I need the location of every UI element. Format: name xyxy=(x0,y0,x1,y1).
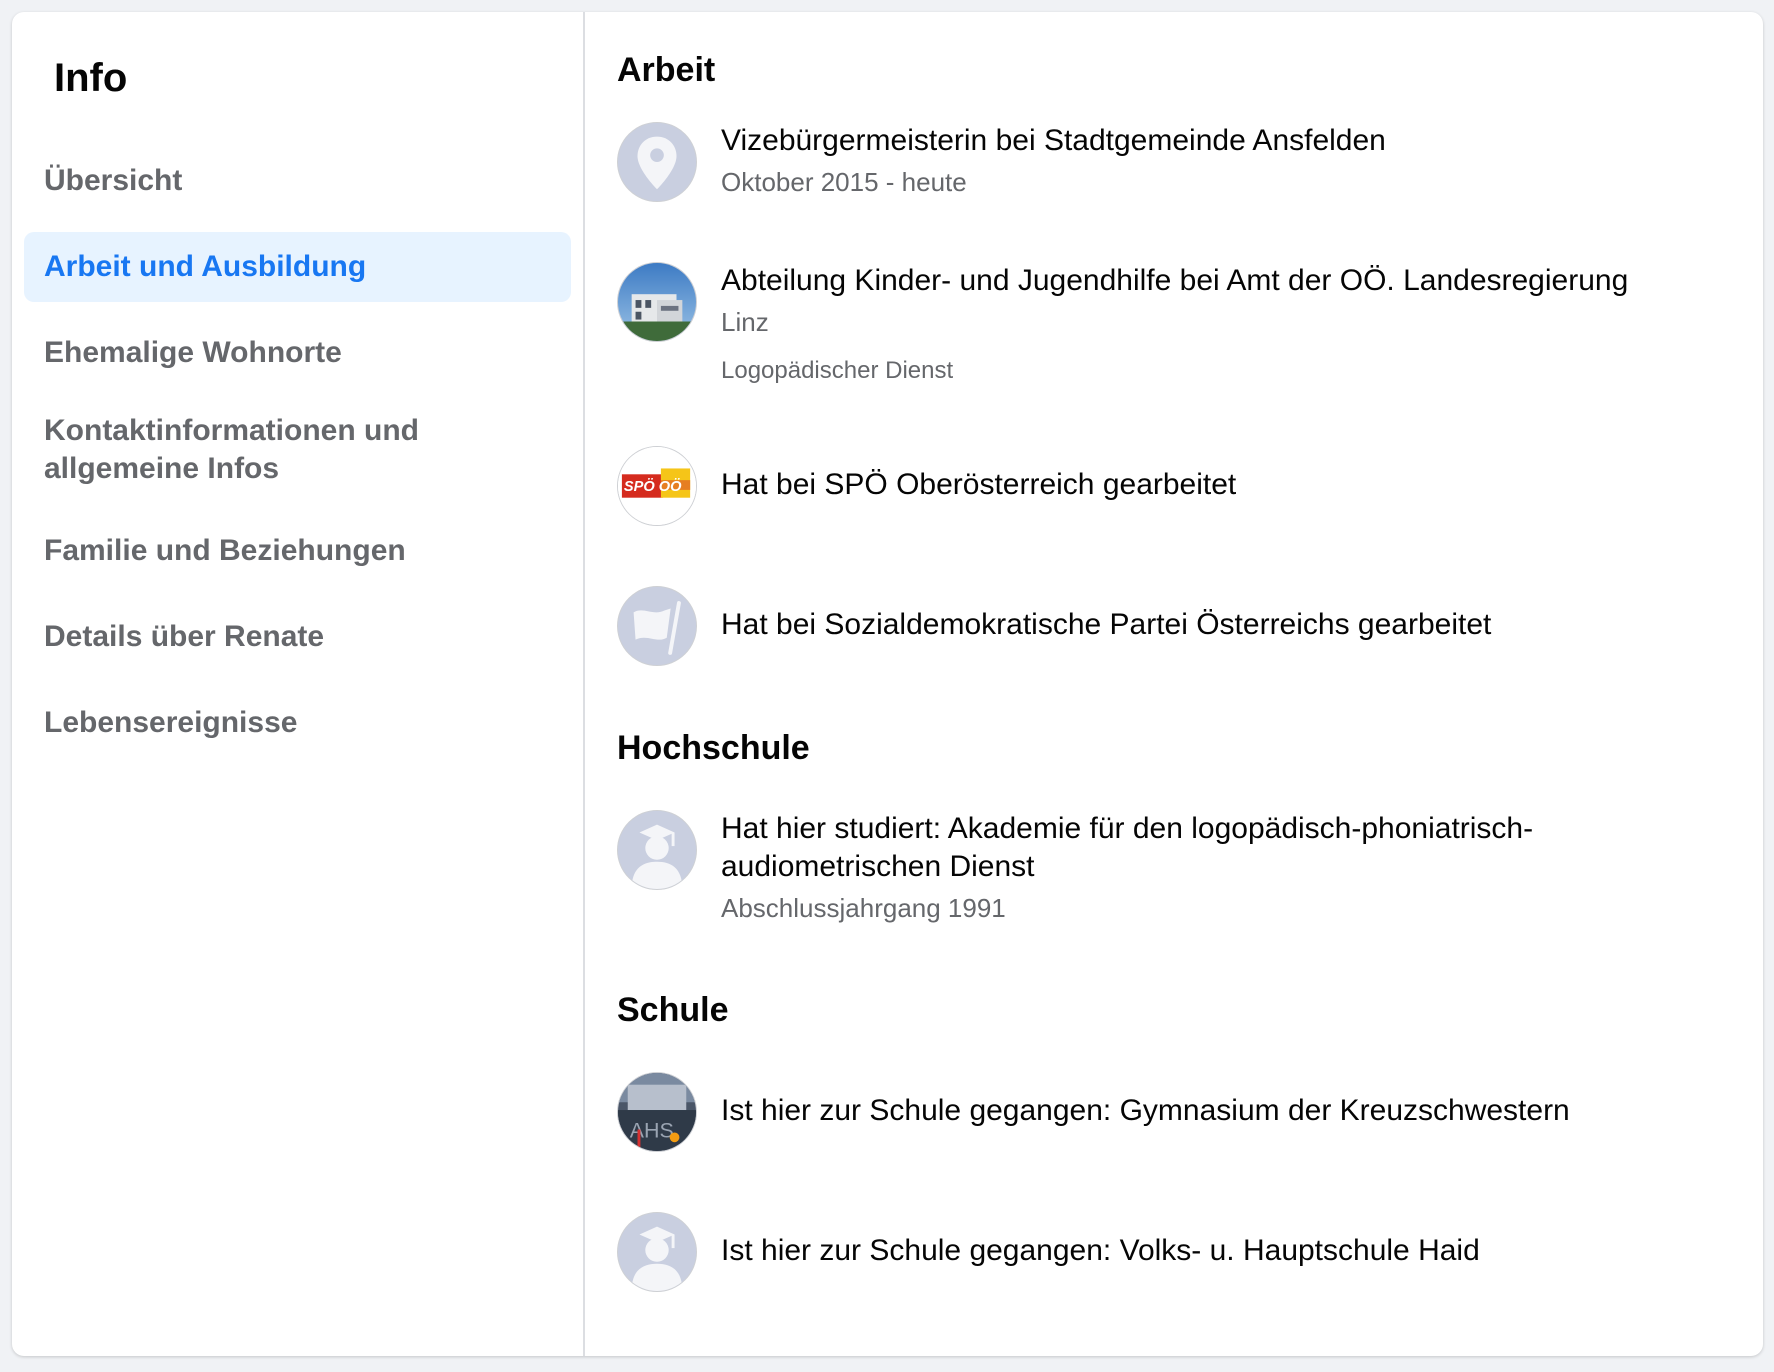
sidebar-item-work-education[interactable]: Arbeit und Ausbildung xyxy=(24,232,571,302)
sidebar-item-overview[interactable]: Übersicht xyxy=(24,146,571,216)
school-entry-title[interactable]: Ist hier zur Schule gegangen: Gymnasium … xyxy=(721,1092,1570,1130)
spoe-logo-text: SPÖ OÖ xyxy=(624,478,682,495)
work-entry-title[interactable]: Vizebürgermeisterin bei Stadtgemeinde An… xyxy=(721,122,1386,160)
work-entry-date: Oktober 2015 - heute xyxy=(721,167,967,197)
sidebar-item-details[interactable]: Details über Renate xyxy=(24,602,571,672)
work-entry-title[interactable]: Abteilung Kinder- und Jugendhilfe bei Am… xyxy=(721,262,1628,300)
work-entry-location: Linz xyxy=(721,307,769,337)
sidebar-item-places-lived[interactable]: Ehemalige Wohnorte xyxy=(24,318,571,388)
sidebar-nav: Übersicht Arbeit und Ausbildung Ehemalig… xyxy=(24,146,571,758)
spoe-logo[interactable]: SPÖ OÖ xyxy=(617,446,697,526)
work-entry-title[interactable]: Hat bei Sozialdemokratische Partei Öster… xyxy=(721,606,1491,644)
section-title-work: Arbeit xyxy=(617,51,716,89)
school-photo[interactable]: AHS xyxy=(617,1072,697,1152)
university-entry: Hat hier studiert: Akademie für den logo… xyxy=(617,810,1581,926)
map-pin-icon[interactable] xyxy=(617,122,697,202)
sidebar-item-family[interactable]: Familie und Beziehungen xyxy=(24,516,571,586)
school-entry: Ist hier zur Schule gegangen: Volks- u. … xyxy=(617,1212,1480,1292)
main-content: Arbeit Vizebürgermeisterin bei Stadtgeme… xyxy=(585,12,1763,1356)
graduate-icon[interactable] xyxy=(617,1212,697,1292)
info-card: Info Übersicht Arbeit und Ausbildung Ehe… xyxy=(12,12,1763,1356)
work-entry: Vizebürgermeisterin bei Stadtgemeinde An… xyxy=(617,122,1386,202)
school-entry: AHS Ist hier zur Schule gegangen: Gymnas… xyxy=(617,1072,1570,1152)
flag-icon[interactable] xyxy=(617,586,697,666)
section-title-university: Hochschule xyxy=(617,729,810,767)
work-entry-position: Logopädischer Dienst xyxy=(721,357,954,384)
work-entry-title[interactable]: Hat bei SPÖ Oberösterreich gearbeitet xyxy=(721,466,1236,504)
sidebar-item-contact-info[interactable]: Kontaktinformationen und allgemeine Info… xyxy=(24,404,571,496)
section-title-school: Schule xyxy=(617,991,729,1029)
school-entry-title[interactable]: Ist hier zur Schule gegangen: Volks- u. … xyxy=(721,1232,1480,1270)
building-photo[interactable] xyxy=(617,262,697,342)
work-entry: Hat bei Sozialdemokratische Partei Öster… xyxy=(617,586,1491,666)
svg-text:AHS: AHS xyxy=(630,1118,674,1142)
graduate-icon[interactable] xyxy=(617,810,697,890)
work-entry: Abteilung Kinder- und Jugendhilfe bei Am… xyxy=(617,262,1628,388)
sidebar-item-life-events[interactable]: Lebensereignisse xyxy=(24,688,571,758)
sidebar: Info Übersicht Arbeit und Ausbildung Ehe… xyxy=(12,12,585,1356)
university-entry-title[interactable]: Hat hier studiert: Akademie für den logo… xyxy=(721,810,1581,886)
work-entry: SPÖ OÖ Hat bei SPÖ Oberösterreich gearbe… xyxy=(617,446,1236,526)
university-entry-year: Abschlussjahrgang 1991 xyxy=(721,893,1006,923)
sidebar-title: Info xyxy=(54,56,128,100)
